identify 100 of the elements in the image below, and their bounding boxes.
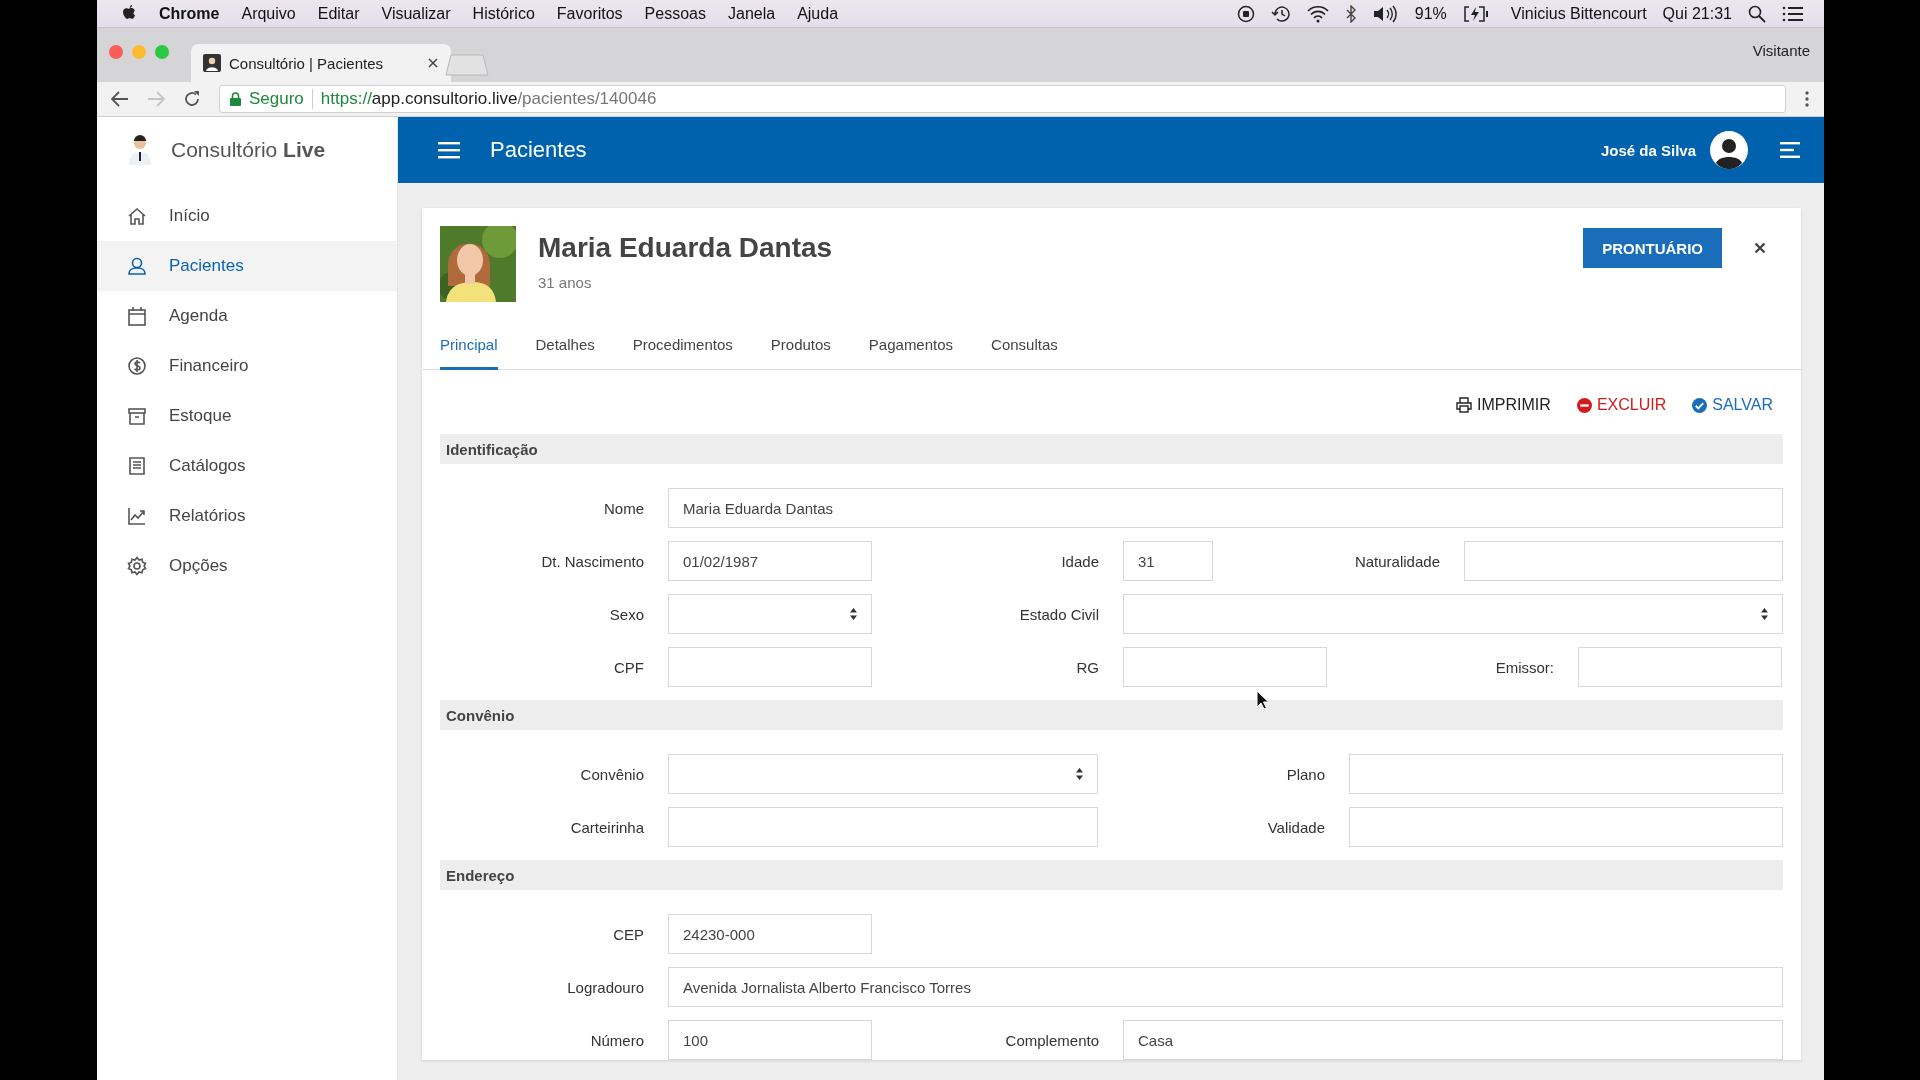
input-field[interactable]: Casa [1123, 1020, 1783, 1060]
sidebar-item[interactable]: Agenda [97, 291, 397, 341]
tab[interactable]: Procedimentos [632, 330, 733, 370]
user-icon [127, 256, 147, 276]
clock[interactable]: Qui 21:31 [1662, 4, 1732, 23]
sidebar-item[interactable]: Pacientes [97, 241, 397, 291]
search-icon[interactable] [1748, 4, 1766, 23]
select-field[interactable] [668, 594, 872, 634]
browser-tab[interactable]: Consultório | Pacientes [191, 44, 451, 82]
volume-icon[interactable] [1372, 4, 1399, 23]
dollar-icon [127, 356, 147, 376]
menu-item[interactable]: Janela [728, 4, 776, 23]
field-label: Emissor: [1494, 658, 1555, 676]
section-header: Convênio [440, 700, 1783, 730]
tab[interactable]: Pagamentos [868, 330, 954, 370]
avatar-icon[interactable] [1710, 131, 1748, 169]
profile-label[interactable]: Visitante [1752, 42, 1810, 59]
bluetooth-icon[interactable] [1344, 4, 1357, 23]
input-field[interactable]: 31 [1123, 541, 1213, 581]
field-label: Logradouro [566, 978, 645, 996]
section-header: Endereço [440, 860, 1783, 890]
gear-icon [127, 556, 147, 576]
chart-icon [127, 506, 147, 526]
field-label: Plano [1285, 765, 1326, 783]
field-label: CPF [613, 658, 645, 676]
sidebar-item[interactable]: Início [97, 191, 397, 241]
minus-circle-icon [1576, 397, 1592, 413]
menu-item[interactable]: Ajuda [797, 4, 839, 23]
select-field[interactable] [668, 754, 1098, 794]
patient-name: Maria Eduarda Dantas [538, 232, 833, 264]
select-arrows-icon [850, 608, 857, 620]
close-tab-icon[interactable] [427, 57, 439, 69]
address-bar[interactable]: Seguro https://app.consultorio.live/pacientes/140046 [219, 85, 1786, 113]
field-label: Número [589, 1031, 645, 1049]
brand-name: Consultório Live [171, 138, 326, 162]
sidebar-item[interactable]: Catálogos [97, 441, 397, 491]
sidebar-item[interactable]: Opções [97, 541, 397, 591]
tab[interactable]: Principal [440, 330, 498, 370]
record-button[interactable]: PRONTUÁRIO [1583, 228, 1722, 268]
input-field[interactable]: Avenida Jornalista Alberto Francisco Torres [668, 967, 1783, 1007]
input-field[interactable] [1464, 541, 1783, 581]
clock-history-icon[interactable] [1270, 4, 1291, 23]
input-field[interactable]: 01/02/1987 [668, 541, 872, 581]
tab[interactable]: Detalhes [535, 330, 595, 370]
delete-button[interactable]: EXCLUIR [1576, 396, 1667, 414]
menu-item[interactable]: Editar [317, 4, 360, 23]
tab[interactable]: Produtos [770, 330, 831, 370]
input-field[interactable] [668, 647, 872, 687]
menu-item[interactable]: Visualizar [381, 4, 451, 23]
more-menu-icon[interactable] [1804, 90, 1810, 108]
sidebar-item[interactable]: Estoque [97, 391, 397, 441]
print-button[interactable]: IMPRIMIR [1456, 396, 1551, 414]
field-label: Validade [1266, 818, 1326, 836]
close-icon[interactable] [1754, 242, 1766, 254]
section-header: Identificação [440, 434, 1783, 464]
list-icon[interactable] [1782, 5, 1804, 22]
menu-icon[interactable] [438, 141, 460, 159]
sidebar-item[interactable]: Financeiro [97, 341, 397, 391]
tab[interactable]: Consultas [991, 330, 1058, 370]
align-menu-icon[interactable] [1780, 142, 1800, 158]
menu-item[interactable]: Histórico [472, 4, 535, 23]
user-name[interactable]: Vinicius Bittencourt [1510, 4, 1647, 23]
input-field[interactable] [1578, 647, 1782, 687]
select-arrows-icon [1761, 608, 1768, 620]
menu-item[interactable]: Arquivo [241, 4, 296, 23]
field-label: RG [1075, 658, 1100, 676]
back-icon[interactable] [111, 91, 129, 107]
field-label: CEP [612, 925, 645, 943]
favicon-icon [203, 54, 221, 72]
wifi-icon[interactable] [1306, 4, 1329, 23]
menu-item[interactable]: Favoritos [556, 4, 623, 23]
record-icon[interactable] [1236, 4, 1255, 23]
field-label: Estado Civil [1018, 605, 1100, 623]
battery-charging-icon[interactable] [1462, 5, 1489, 22]
field-label: Carteirinha [569, 818, 645, 836]
page-title: Pacientes [490, 137, 587, 163]
doctor-logo-icon [127, 135, 153, 165]
field-label: Complemento [1004, 1031, 1100, 1049]
input-field[interactable] [1123, 647, 1327, 687]
patient-age: 31 anos [538, 274, 593, 291]
battery-percentage: 91% [1414, 4, 1447, 23]
input-field[interactable] [1349, 807, 1783, 847]
menu-item[interactable]: Pessoas [644, 4, 706, 23]
reload-icon[interactable] [183, 90, 201, 108]
mouse-pointer-icon [1256, 690, 1269, 710]
input-field[interactable] [1349, 754, 1783, 794]
sidebar-item[interactable]: Relatórios [97, 491, 397, 541]
field-label: Sexo [608, 605, 645, 623]
printer-icon [1456, 397, 1473, 413]
archive-icon [127, 406, 147, 426]
app-menu[interactable]: Chrome [159, 4, 220, 23]
field-label: Nome [603, 499, 645, 517]
input-field[interactable]: 100 [668, 1020, 872, 1060]
save-button[interactable]: SALVAR [1692, 396, 1773, 414]
security-label: Seguro [249, 89, 313, 109]
select-field[interactable] [1123, 594, 1783, 634]
user-name[interactable]: José da Silva [1600, 141, 1696, 159]
input-field[interactable] [668, 807, 1098, 847]
input-field[interactable]: Maria Eduarda Dantas [668, 488, 1783, 528]
input-field[interactable]: 24230-000 [668, 914, 872, 954]
